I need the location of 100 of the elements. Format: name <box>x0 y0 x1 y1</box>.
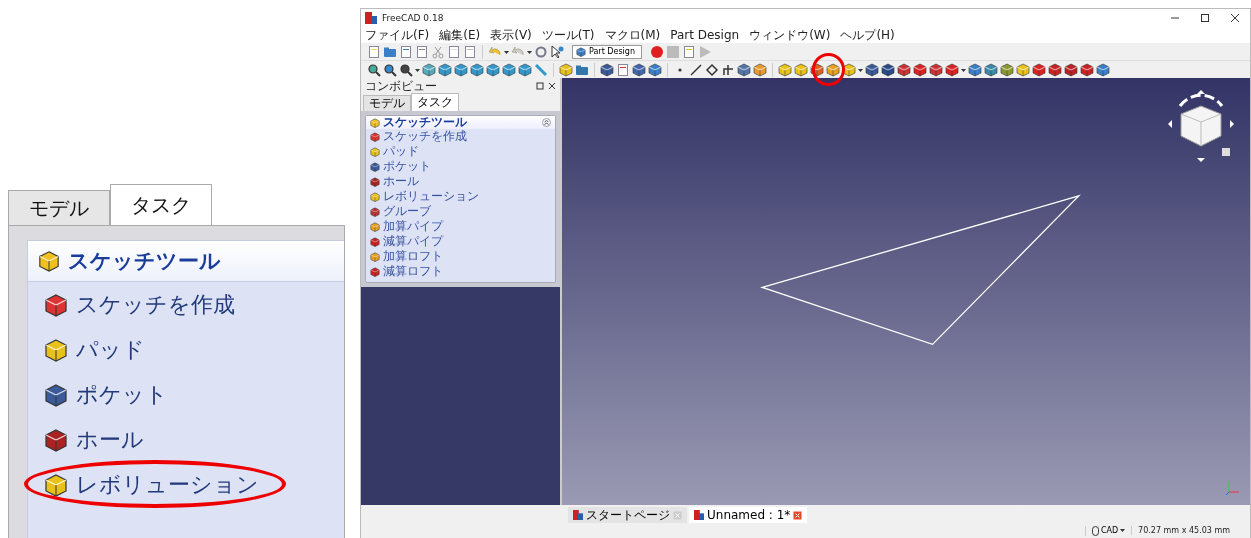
document-icon[interactable] <box>399 44 413 59</box>
tool-item[interactable]: スケッチを作成 <box>383 128 467 145</box>
menu-item[interactable]: 表示(V) <box>490 26 532 44</box>
tool-item[interactable]: パッド <box>383 143 419 160</box>
corner-icon[interactable] <box>721 62 735 77</box>
document-icon[interactable] <box>463 44 477 59</box>
cube-icon[interactable] <box>984 62 998 77</box>
cube-icon[interactable] <box>518 62 532 77</box>
tool-icon <box>44 337 68 362</box>
tool-icon <box>44 472 68 497</box>
axis-icon <box>1226 479 1240 495</box>
document-icon[interactable] <box>447 44 461 59</box>
cube-icon[interactable] <box>632 62 646 77</box>
cube-icon <box>38 250 60 272</box>
caret-icon <box>1120 528 1126 533</box>
3d-viewport[interactable] <box>562 78 1250 505</box>
panel-title: スケッチツール <box>68 248 221 275</box>
tool-item[interactable]: スケッチを作成 <box>76 289 235 320</box>
cube-icon[interactable] <box>1064 62 1078 77</box>
menu-item[interactable]: ファイル(F) <box>365 26 430 44</box>
cube-icon[interactable] <box>842 62 856 77</box>
tool-icon <box>370 251 380 262</box>
cube-icon[interactable] <box>929 62 943 77</box>
cube-icon[interactable] <box>454 62 468 77</box>
tool-icon <box>370 206 380 217</box>
refresh-icon[interactable] <box>534 44 548 59</box>
menu-item[interactable]: Part Design <box>670 28 740 42</box>
play-icon <box>698 44 712 59</box>
tool-icon <box>370 146 380 157</box>
tool-item[interactable]: グルーブ <box>383 203 431 220</box>
cube-icon[interactable] <box>968 62 982 77</box>
cube-icon[interactable] <box>913 62 927 77</box>
panel-tab[interactable]: モデル <box>363 95 411 111</box>
cube-icon[interactable] <box>486 62 500 77</box>
tool-item[interactable]: 加算ロフト <box>383 248 443 265</box>
float-icon[interactable] <box>536 82 544 90</box>
tool-icon <box>44 427 68 452</box>
tool-item[interactable]: パッド <box>76 334 145 365</box>
tool-icon <box>370 131 380 142</box>
tool-item[interactable]: ホール <box>383 173 419 190</box>
tool-item[interactable]: ホール <box>76 424 144 455</box>
cube-icon[interactable] <box>1048 62 1062 77</box>
tool-item[interactable]: ポケット <box>76 379 168 410</box>
document-icon[interactable] <box>616 62 630 77</box>
tool-icon <box>370 161 380 172</box>
cube-icon[interactable] <box>826 62 840 77</box>
cube-icon[interactable] <box>881 62 895 77</box>
document-tab[interactable]: スタートページ <box>568 507 687 523</box>
collapse-icon[interactable] <box>542 118 551 127</box>
panel-tab[interactable]: モデル <box>8 190 110 225</box>
magnifier-icon[interactable] <box>383 62 397 77</box>
app-logo-icon <box>694 510 704 520</box>
cube-icon <box>370 117 380 128</box>
cube-icon[interactable] <box>1080 62 1094 77</box>
app-logo-icon <box>573 510 583 520</box>
cube-icon[interactable] <box>865 62 879 77</box>
tool-icon <box>370 221 380 232</box>
cube-icon[interactable] <box>600 62 614 77</box>
close-icon[interactable] <box>548 82 556 90</box>
cube-icon[interactable] <box>502 62 516 77</box>
document-tab[interactable]: Unnamed : 1* <box>689 507 808 523</box>
tool-item[interactable]: レボリューション <box>383 188 479 205</box>
cube-icon[interactable] <box>422 62 436 77</box>
cube-icon[interactable] <box>1000 62 1014 77</box>
cube-icon[interactable] <box>1096 62 1110 77</box>
menu-item[interactable]: ツール(T) <box>541 26 595 44</box>
panel-title: コンボビュー <box>365 77 438 95</box>
diamond-icon[interactable] <box>705 62 719 77</box>
line-icon[interactable] <box>689 62 703 77</box>
cube-icon[interactable] <box>945 62 959 77</box>
panel-tab[interactable]: タスク <box>110 184 212 225</box>
cube-icon[interactable] <box>470 62 484 77</box>
mouse-icon <box>1091 525 1099 536</box>
cube-icon[interactable] <box>438 62 452 77</box>
tool-icon <box>370 236 380 247</box>
cube-icon[interactable] <box>1032 62 1046 77</box>
tool-item[interactable]: レボリューション <box>76 469 259 500</box>
navigation-style-selector[interactable]: CAD <box>1084 525 1126 536</box>
menu-item[interactable]: ウィンドウ(W) <box>749 26 831 44</box>
record-icon <box>650 44 664 59</box>
cube-icon[interactable] <box>648 62 662 77</box>
tool-icon <box>370 266 380 277</box>
menu-item[interactable]: ヘルプ(H) <box>840 26 895 44</box>
menu-item[interactable]: 編集(E) <box>439 26 481 44</box>
panel-tab[interactable]: タスク <box>411 93 459 111</box>
task-panel-title: スケッチツール <box>383 114 468 130</box>
tool-item[interactable]: 減算パイプ <box>383 233 443 250</box>
cube-icon[interactable] <box>737 62 751 77</box>
workbench-dropdown[interactable]: Part Design <box>572 44 642 59</box>
magnifier-icon[interactable] <box>399 62 413 77</box>
tool-item[interactable]: ポケット <box>383 158 431 175</box>
tool-item[interactable]: 減算ロフト <box>383 263 443 280</box>
cube-icon[interactable] <box>753 62 767 77</box>
help-pointer-icon[interactable] <box>550 44 564 59</box>
cube-icon[interactable] <box>810 62 824 77</box>
cube-icon <box>576 46 586 57</box>
tool-item[interactable]: 加算パイプ <box>383 218 443 235</box>
cube-icon[interactable] <box>897 62 911 77</box>
magnifier-icon[interactable] <box>367 62 381 77</box>
menu-item[interactable]: マクロ(M) <box>604 26 661 44</box>
